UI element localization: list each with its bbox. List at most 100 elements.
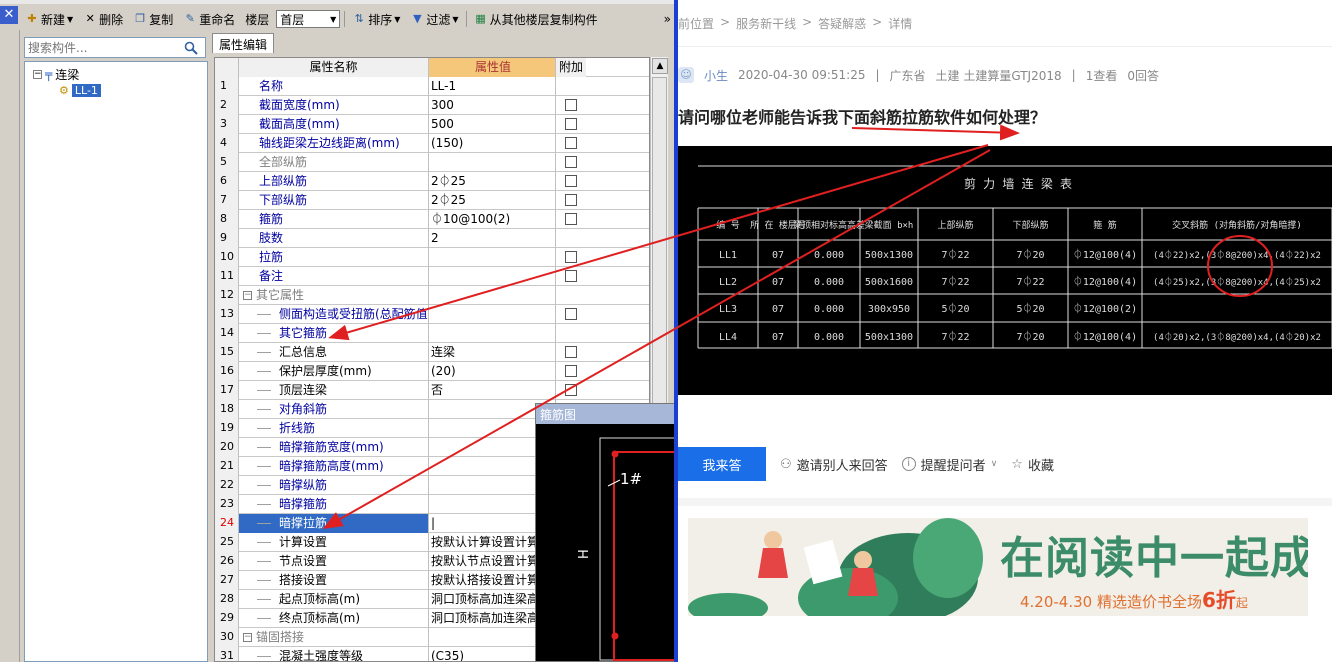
property-value[interactable]: 连梁 <box>429 343 556 362</box>
invite-button[interactable]: ⚇ 邀请别人来回答 <box>780 455 888 474</box>
add-checkbox[interactable] <box>565 118 577 130</box>
property-name: 计算设置 <box>239 533 429 552</box>
table-row[interactable]: 17 顶层连梁 否 <box>215 381 649 400</box>
collect-button[interactable]: ☆ 收藏 <box>1011 455 1054 474</box>
answer-button[interactable]: 我来答 <box>678 447 766 481</box>
add-checkbox[interactable] <box>565 308 577 320</box>
property-value[interactable] <box>429 305 556 324</box>
property-value[interactable]: 2⏀25 <box>429 191 556 210</box>
property-value[interactable] <box>429 324 556 343</box>
table-row[interactable]: 6 上部纵筋 2⏀25 <box>215 172 649 191</box>
property-value[interactable]: 500 <box>429 115 556 134</box>
add-checkbox[interactable] <box>565 251 577 263</box>
property-value[interactable]: (150) <box>429 134 556 153</box>
table-row[interactable]: 4 轴线距梁左边线距离(mm) (150) <box>215 134 649 153</box>
table-row[interactable]: 1 名称 LL-1 <box>215 77 649 96</box>
row-number: 7 <box>215 191 239 210</box>
search-icon[interactable] <box>179 38 203 57</box>
row-number: 10 <box>215 248 239 267</box>
collapse-icon[interactable]: − <box>243 633 252 642</box>
property-value[interactable]: 300 <box>429 96 556 115</box>
property-value[interactable]: 2 <box>429 229 556 248</box>
property-value[interactable] <box>429 286 556 305</box>
more-chevron-icon[interactable]: » <box>661 12 674 26</box>
row-number: 28 <box>215 590 239 609</box>
table-row[interactable]: 9 肢数 2 <box>215 229 649 248</box>
promo-banner[interactable]: 在阅读中一起成长 4.20-4.30 精选造价书全场6折起 <box>688 518 1308 616</box>
row-number: 29 <box>215 609 239 628</box>
tree-node-root[interactable]: − ╤ 连梁 <box>33 66 79 82</box>
banner-headline: 在阅读中一起成长 <box>1000 533 1308 584</box>
tree-node-ll1[interactable]: ⚙ LL-1 <box>59 82 101 98</box>
table-row[interactable]: 10 拉筋 <box>215 248 649 267</box>
floor-select[interactable]: 首层 ▼ <box>276 10 341 28</box>
cad-cell: 07 <box>772 250 784 261</box>
author-name[interactable]: 小生 <box>704 67 728 84</box>
avatar[interactable]: ☺ <box>678 67 694 83</box>
table-row[interactable]: 7 下部纵筋 2⏀25 <box>215 191 649 210</box>
cad-cell: (4⏀22)x2,(3⏀8@200)x4,(4⏀22)x2 <box>1153 249 1321 261</box>
property-name-text: 暗撑箍筋高度(mm) <box>279 459 384 473</box>
table-row[interactable]: 12− 其它属性 <box>215 286 649 305</box>
toolbar-separator <box>465 11 467 27</box>
copy-from-floor-button[interactable]: ▦ 从其他楼层复制构件 <box>471 11 601 28</box>
add-checkbox[interactable] <box>565 156 577 168</box>
new-button[interactable]: ✚ 新建 ▼ <box>22 11 76 28</box>
cad-cell: LL1 <box>719 250 737 261</box>
property-value[interactable]: (20) <box>429 362 556 381</box>
add-checkbox[interactable] <box>565 99 577 111</box>
header-name: 属性名称 <box>239 58 429 77</box>
scroll-up-icon[interactable]: ▲ <box>652 58 668 74</box>
table-row[interactable]: 14 其它箍筋 <box>215 324 649 343</box>
delete-button[interactable]: ✕ 删除 <box>80 11 126 28</box>
filter-button[interactable]: ▼ 过滤 ▼ <box>407 11 461 28</box>
add-cell <box>556 267 586 286</box>
row-number: 17 <box>215 381 239 400</box>
breadcrumb-item[interactable]: 答疑解惑 <box>818 15 866 35</box>
copy-button[interactable]: ❐ 复制 <box>130 11 176 28</box>
property-value[interactable] <box>429 153 556 172</box>
cad-cell: ⏀12@100(4) <box>1073 248 1137 261</box>
close-icon[interactable]: ✕ <box>0 6 18 24</box>
add-checkbox[interactable] <box>565 384 577 396</box>
add-checkbox[interactable] <box>565 213 577 225</box>
add-checkbox[interactable] <box>565 194 577 206</box>
answer-actions: 我来答 ⚇ 邀请别人来回答 i 提醒提问者 ∨ ☆ 收藏 <box>678 447 1054 481</box>
table-row[interactable]: 8 箍筋 ⏀10@100(2) <box>215 210 649 229</box>
add-checkbox[interactable] <box>565 346 577 358</box>
breadcrumb-item[interactable]: 服务新干线 <box>736 15 796 35</box>
collapse-icon[interactable]: − <box>33 69 42 79</box>
property-value[interactable]: ⏀10@100(2) <box>429 210 556 229</box>
tree-line <box>257 542 271 543</box>
search-input[interactable] <box>25 39 179 56</box>
add-checkbox[interactable] <box>565 175 577 187</box>
add-checkbox[interactable] <box>565 365 577 377</box>
property-value[interactable]: 2⏀25 <box>429 172 556 191</box>
property-value[interactable] <box>429 267 556 286</box>
add-checkbox[interactable] <box>565 137 577 149</box>
rename-button[interactable]: ✎ 重命名 <box>180 11 238 28</box>
table-row[interactable]: 3 截面高度(mm) 500 <box>215 115 649 134</box>
table-row[interactable]: 13 侧面构造或受扭筋(总配筋值) <box>215 305 649 324</box>
table-row[interactable]: 5 全部纵筋 <box>215 153 649 172</box>
add-checkbox[interactable] <box>565 270 577 282</box>
breadcrumb-item[interactable]: 前位置 <box>678 15 714 35</box>
copy-label: 复制 <box>149 12 174 27</box>
property-value[interactable] <box>429 248 556 267</box>
invite-label: 邀请别人来回答 <box>796 458 888 474</box>
remind-button[interactable]: i 提醒提问者 ∨ <box>901 455 997 474</box>
table-row[interactable]: 16 保护层厚度(mm) (20) <box>215 362 649 381</box>
property-name: 对角斜筋 <box>239 400 429 419</box>
table-row[interactable]: 11 备注 <box>215 267 649 286</box>
sort-button[interactable]: ⇅ 排序 ▼ <box>349 11 403 28</box>
property-value[interactable]: LL-1 <box>429 77 556 96</box>
property-value[interactable]: 否 <box>429 381 556 400</box>
tree-line <box>257 504 271 505</box>
breadcrumb-item[interactable]: 详情 <box>888 15 912 35</box>
tab-property-edit[interactable]: 属性编辑 <box>212 33 274 53</box>
row-number: 19 <box>215 419 239 438</box>
breadcrumb: 前位置 > 服务新干线 > 答疑解惑 > 详情 <box>678 15 912 35</box>
collapse-icon[interactable]: − <box>243 291 252 300</box>
table-row[interactable]: 2 截面宽度(mm) 300 <box>215 96 649 115</box>
table-row[interactable]: 15 汇总信息 连梁 <box>215 343 649 362</box>
